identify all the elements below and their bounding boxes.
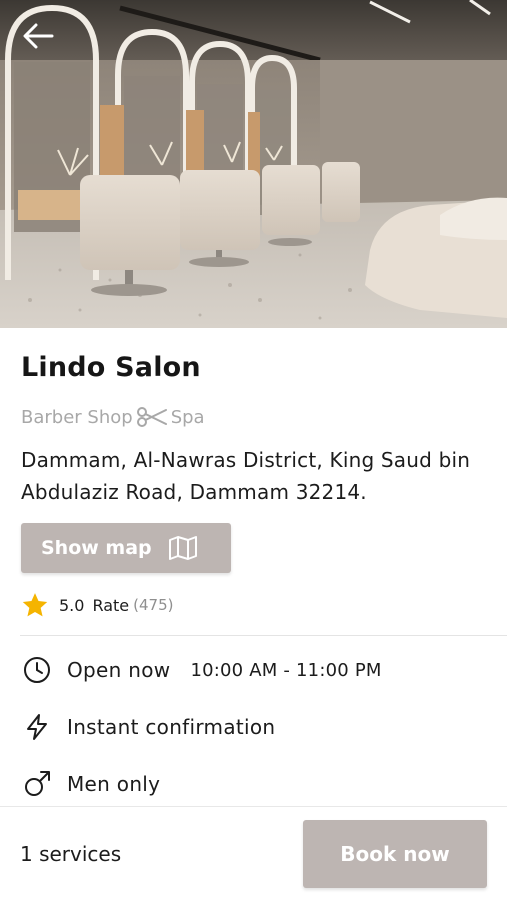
opening-hours: 10:00 AM - 11:00 PM xyxy=(190,659,382,681)
category-spa: Spa xyxy=(170,406,205,428)
booking-bar: 1 services Book now xyxy=(0,806,507,900)
gender-restriction: Men only xyxy=(67,772,161,796)
rating-count: (475) xyxy=(133,596,174,614)
gender-row: Men only xyxy=(21,768,160,800)
salon-interior-photo xyxy=(0,0,507,328)
book-now-button[interactable]: Book now xyxy=(303,820,487,888)
salon-name: Lindo Salon xyxy=(21,352,201,383)
rating: 5.0 Rate (475) xyxy=(21,592,173,618)
hero-image xyxy=(0,0,507,328)
back-button[interactable] xyxy=(16,14,60,58)
opening-hours-row: Open now 10:00 AM - 11:00 PM xyxy=(21,654,382,686)
show-map-label: Show map xyxy=(41,537,152,559)
show-map-button[interactable]: Show map xyxy=(21,523,231,573)
lightning-icon xyxy=(21,711,53,743)
salon-address: Dammam, Al-Nawras District, King Saud bi… xyxy=(21,448,471,504)
map-icon xyxy=(168,535,198,561)
open-status: Open now xyxy=(67,658,171,682)
category-barber-shop: Barber Shop xyxy=(21,406,133,428)
rating-value: 5.0 xyxy=(59,595,85,615)
scissors-icon xyxy=(136,406,168,428)
star-icon xyxy=(22,593,48,617)
divider xyxy=(20,635,507,636)
male-icon xyxy=(21,768,53,800)
clock-icon xyxy=(21,654,53,686)
arrow-left-icon xyxy=(23,23,54,49)
salon-categories: Barber Shop Spa xyxy=(21,406,205,428)
instant-confirmation: Instant confirmation xyxy=(67,715,276,739)
instant-confirmation-row: Instant confirmation xyxy=(21,711,275,743)
rating-label: Rate xyxy=(92,595,130,615)
services-count: 1 services xyxy=(20,842,122,866)
